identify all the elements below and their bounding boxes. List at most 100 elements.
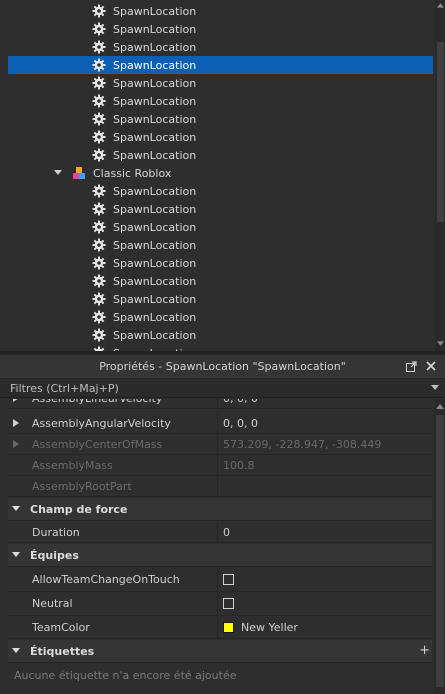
property-name: AllowTeamChangeOnTouch: [24, 567, 218, 592]
spawn-location-icon: [92, 256, 106, 270]
property-value[interactable]: 0, 0, 0: [218, 399, 432, 409]
property-name: Duration: [24, 521, 218, 543]
model-icon: [72, 166, 86, 180]
tree-item[interactable]: SpawnLocation: [8, 146, 433, 164]
tree-item[interactable]: SpawnLocation: [8, 200, 433, 218]
category-teams[interactable]: Équipes: [8, 544, 432, 567]
tree-item-label: SpawnLocation: [113, 292, 197, 306]
filter-input[interactable]: Filtres (Ctrl+Maj+P): [0, 379, 445, 398]
property-row[interactable]: AssemblyLinearVelocity 0, 0, 0: [8, 399, 432, 409]
expand-arrow-icon[interactable]: [8, 413, 24, 434]
chevron-down-icon[interactable]: [431, 385, 439, 391]
tree-item-label: SpawnLocation: [113, 256, 197, 270]
property-row[interactable]: TeamColor New Yeller: [8, 615, 432, 639]
tree-item[interactable]: SpawnLocation: [8, 254, 433, 272]
tree-item[interactable]: SpawnLocation: [8, 272, 433, 290]
property-value: 573.209, -228.947, -308.449: [223, 437, 382, 451]
add-tag-icon[interactable]: +: [419, 643, 430, 658]
properties-scroll-thumb[interactable]: [436, 415, 444, 687]
collapse-arrow-icon[interactable]: [8, 648, 24, 654]
spawn-location-icon: [92, 40, 106, 54]
explorer-scrollbar[interactable]: [435, 0, 445, 351]
tree-item[interactable]: SpawnLocation: [8, 128, 433, 146]
tree-item-label: SpawnLocation: [113, 40, 197, 54]
property-row[interactable]: AllowTeamChangeOnTouch: [8, 567, 432, 592]
tree-item-label: SpawnLocation: [113, 58, 197, 72]
scroll-up-arrow-icon[interactable]: [436, 403, 444, 409]
category-label: Étiquettes: [30, 644, 95, 658]
spawn-location-icon: [92, 202, 106, 216]
spawn-location-icon: [92, 76, 106, 90]
property-row[interactable]: Neutral: [8, 591, 432, 616]
expand-arrow-icon[interactable]: [54, 169, 62, 177]
spawn-location-icon: [92, 94, 106, 108]
tree-item-label: SpawnLocation: [113, 76, 197, 90]
tree-item[interactable]: SpawnLocation: [8, 74, 433, 92]
property-list: AssemblyLinearVelocity 0, 0, 0 AssemblyA…: [0, 399, 445, 694]
tree-item[interactable]: SpawnLocation: [8, 2, 433, 20]
category-partial: [8, 688, 432, 694]
team-color-swatch[interactable]: [223, 621, 234, 633]
tree-item[interactable]: Classic Roblox: [8, 164, 433, 182]
tree-item-label: Classic Roblox: [93, 166, 172, 180]
property-row: AssemblyMass 100.8: [8, 454, 432, 476]
tree-item[interactable]: SpawnLocation: [8, 56, 433, 74]
property-value[interactable]: 0, 0, 0: [218, 413, 432, 434]
tree-item-label: SpawnLocation: [113, 148, 197, 162]
tree-item[interactable]: SpawnLocation: [8, 326, 433, 344]
property-name: AssemblyAngularVelocity: [24, 412, 218, 434]
property-name: AssemblyLinearVelocity: [24, 399, 218, 409]
allow-team-change-checkbox[interactable]: [223, 574, 234, 585]
category-tags[interactable]: Étiquettes +: [8, 640, 432, 663]
undock-icon[interactable]: [405, 360, 417, 372]
property-value[interactable]: 0: [218, 522, 432, 543]
tree-item-label: SpawnLocation: [113, 22, 197, 36]
tree-item-label: SpawnLocation: [113, 202, 197, 216]
neutral-checkbox[interactable]: [223, 598, 234, 609]
tree-item[interactable]: SpawnLocation: [8, 20, 433, 38]
spawn-location-icon: [92, 130, 106, 144]
spawn-location-icon: [92, 328, 106, 342]
property-name: AssemblyRootPart: [24, 475, 218, 497]
category-label: Champ de force: [30, 502, 128, 516]
properties-panel: Propriétés - SpawnLocation "SpawnLocatio…: [0, 355, 445, 694]
tree-item-label: SpawnLocation: [113, 220, 197, 234]
tree-item[interactable]: SpawnLocation: [8, 92, 433, 110]
explorer-scroll-thumb[interactable]: [437, 42, 444, 222]
scroll-up-arrow-icon[interactable]: [437, 2, 444, 8]
scroll-down-arrow-icon[interactable]: [437, 341, 444, 347]
tree-item[interactable]: SpawnLocation: [8, 308, 433, 326]
tree-item[interactable]: SpawnLocation: [8, 110, 433, 128]
expand-arrow-icon[interactable]: [8, 399, 24, 409]
property-value: 100.8: [223, 458, 255, 472]
spawn-location-icon: [92, 274, 106, 288]
tags-empty-message: Aucune étiquette n'a encore été ajoutée: [14, 668, 237, 682]
close-icon[interactable]: [425, 360, 437, 372]
tree-item[interactable]: SpawnLocation: [8, 290, 433, 308]
tree-item-label: SpawnLocation: [113, 310, 197, 324]
property-row: AssemblyRootPart: [8, 475, 432, 497]
filter-placeholder: Filtres (Ctrl+Maj+P): [10, 381, 119, 395]
property-name: AssemblyMass: [24, 454, 218, 476]
tree-item[interactable]: SpawnLocation: [8, 236, 433, 254]
tree-item-label: SpawnLocation: [113, 112, 197, 126]
collapse-arrow-icon[interactable]: [8, 552, 24, 558]
tree-item[interactable]: SpawnLocation: [8, 38, 433, 56]
property-row: AssemblyCenterOfMass 573.209, -228.947, …: [8, 433, 432, 455]
tree-item-label: SpawnLocation: [113, 4, 197, 18]
property-value[interactable]: New Yeller: [218, 616, 432, 639]
spawn-location-icon: [92, 4, 106, 18]
property-name: Neutral: [24, 591, 218, 616]
tree-item[interactable]: SpawnLocation: [8, 182, 433, 200]
properties-scrollbar[interactable]: [434, 399, 445, 694]
spawn-location-icon: [92, 220, 106, 234]
expand-arrow-icon[interactable]: [8, 434, 24, 455]
tree-item[interactable]: SpawnLocation: [8, 344, 433, 351]
property-row[interactable]: Duration 0: [8, 521, 432, 543]
category-forcefield[interactable]: Champ de force: [8, 498, 432, 521]
property-row[interactable]: AssemblyAngularVelocity 0, 0, 0: [8, 412, 432, 434]
spawn-location-icon: [92, 238, 106, 252]
spawn-location-icon: [92, 148, 106, 162]
tree-item[interactable]: SpawnLocation: [8, 218, 433, 236]
collapse-arrow-icon[interactable]: [8, 506, 24, 512]
